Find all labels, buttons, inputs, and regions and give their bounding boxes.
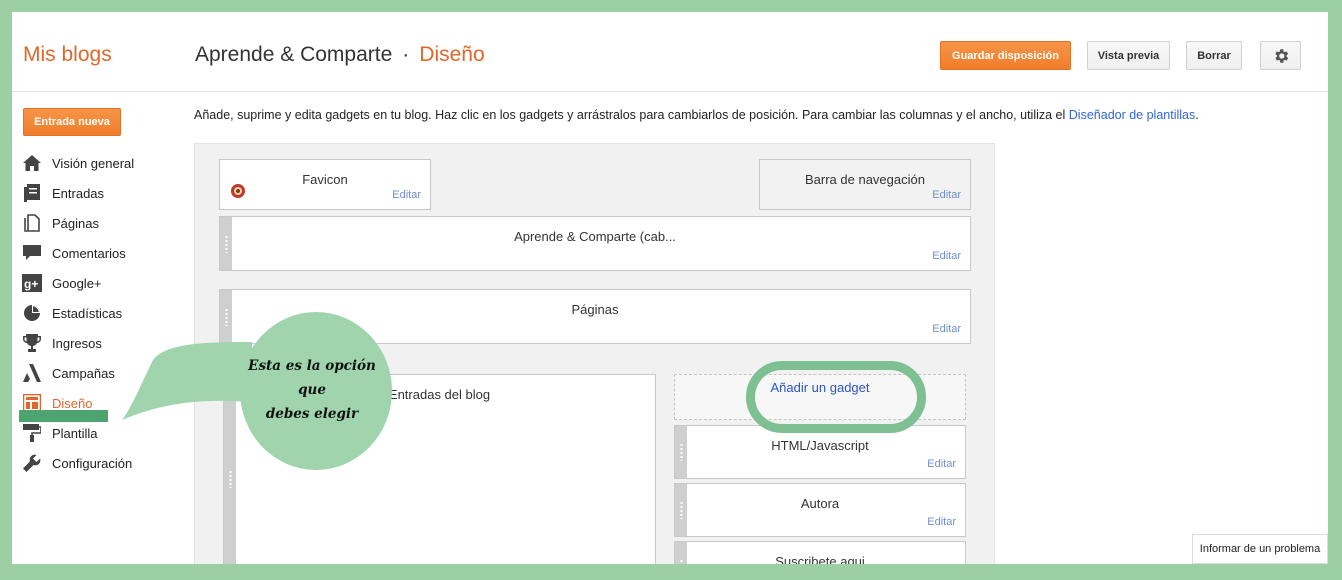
edit-link[interactable]: Editar [392, 189, 421, 201]
sidebar-item-template[interactable]: Plantilla [22, 418, 134, 448]
template-designer-link[interactable]: Diseñador de plantillas [1069, 108, 1195, 122]
edit-link[interactable]: Editar [927, 516, 956, 528]
sidebar-item-label: Comentarios [52, 245, 126, 261]
gadget-title: Autora [800, 496, 840, 511]
sidebar-item-label: Diseño [52, 395, 93, 411]
sidebar-item-stats[interactable]: Estadísticas [22, 298, 134, 328]
gadget-title: Aprende & Comparte (cab... [514, 229, 676, 244]
trophy-icon [22, 333, 42, 353]
sidebar-nav: Visión general Entradas Páginas Comentar… [22, 148, 134, 478]
sidebar-item-label: Plantilla [52, 425, 98, 441]
sidebar-item-label: Configuración [52, 455, 133, 471]
gadget-title: Suscribete aqui [775, 554, 865, 564]
sidebar-item-label: Estadísticas [52, 305, 123, 321]
report-problem-button[interactable]: Informar de un problema [1192, 534, 1328, 564]
gadget-title: HTML/Javascript [771, 438, 869, 453]
sidebar-item-label: Visión general [52, 155, 135, 171]
gadget-title: Favicon [302, 172, 348, 187]
sidebar-item-label: Google+ [52, 275, 102, 291]
section-name: Diseño [419, 43, 485, 66]
gadget-html-javascript[interactable]: HTML/Javascript Editar [674, 425, 966, 479]
blogger-layout-page: Mis blogs Aprende & Comparte · Diseño Guar… [12, 12, 1328, 564]
gadget-favicon[interactable]: Favicon Editar [219, 159, 431, 210]
intro-period: . [1195, 108, 1199, 122]
sidebar-item-label: Entradas [52, 185, 105, 201]
page-title: Aprende & Comparte · Diseño [195, 43, 485, 67]
callout-line: debes elegir [265, 406, 359, 422]
title-separator: · [402, 43, 410, 66]
sidebar-item-settings[interactable]: Configuración [22, 448, 134, 478]
adwords-icon [22, 363, 42, 383]
favicon-icon [231, 184, 245, 198]
sidebar-item-earnings[interactable]: Ingresos [22, 328, 134, 358]
edit-link[interactable]: Editar [932, 323, 961, 335]
gadget-subscribe[interactable]: Suscribete aqui [674, 541, 966, 564]
sidebar-item-overview[interactable]: Visión general [22, 148, 134, 178]
gadget-navbar[interactable]: Barra de navegación Editar [759, 159, 971, 210]
sidebar-item-comments[interactable]: Comentarios [22, 238, 134, 268]
my-blogs-link[interactable]: Mis blogs [23, 43, 112, 67]
blog-name: Aprende & Comparte [195, 43, 393, 66]
preview-button[interactable]: Vista previa [1087, 41, 1170, 70]
gadget-author[interactable]: Autora Editar [674, 483, 966, 537]
sidebar-item-label: Campañas [52, 365, 115, 381]
svg-text:g+: g+ [24, 277, 38, 291]
highlight-ring [746, 361, 926, 433]
sidebar-item-label: Páginas [52, 215, 99, 231]
active-item-underline [19, 410, 108, 422]
comment-icon [22, 243, 42, 263]
pie-chart-icon [22, 303, 42, 323]
pages-icon [22, 213, 42, 233]
posts-icon [22, 183, 42, 203]
gadget-header[interactable]: Aprende & Comparte (cab... Editar [219, 216, 971, 271]
google-plus-icon: g+ [22, 273, 42, 293]
gadget-title: Barra de navegación [805, 172, 925, 187]
callout-text: Esta es la opción que debes elegir [232, 354, 392, 426]
paint-roller-icon [22, 423, 42, 443]
save-arrangement-button[interactable]: Guardar disposición [940, 41, 1071, 70]
callout-line: Esta es la opción [248, 358, 376, 374]
edit-link[interactable]: Editar [927, 458, 956, 470]
gear-icon [1274, 48, 1288, 63]
intro-text: Añade, suprime y edita gadgets en tu blo… [194, 108, 1199, 122]
edit-link[interactable]: Editar [932, 250, 961, 262]
intro-sentence: Añade, suprime y edita gadgets en tu blo… [194, 108, 1066, 122]
sidebar-item-posts[interactable]: Entradas [22, 178, 134, 208]
edit-link[interactable]: Editar [932, 189, 961, 201]
sidebar-item-pages[interactable]: Páginas [22, 208, 134, 238]
clear-button[interactable]: Borrar [1186, 41, 1242, 70]
sidebar-item-google-plus[interactable]: g+ Google+ [22, 268, 134, 298]
sidebar-item-label: Ingresos [52, 335, 102, 351]
wrench-icon [22, 453, 42, 473]
callout-line: que [298, 382, 326, 398]
home-icon [22, 153, 42, 173]
top-header: Mis blogs Aprende & Comparte · Diseño Guar… [12, 12, 1328, 92]
settings-button[interactable] [1260, 41, 1301, 70]
new-post-button[interactable]: Entrada nueva [23, 108, 121, 136]
sidebar-item-campaigns[interactable]: Campañas [22, 358, 134, 388]
